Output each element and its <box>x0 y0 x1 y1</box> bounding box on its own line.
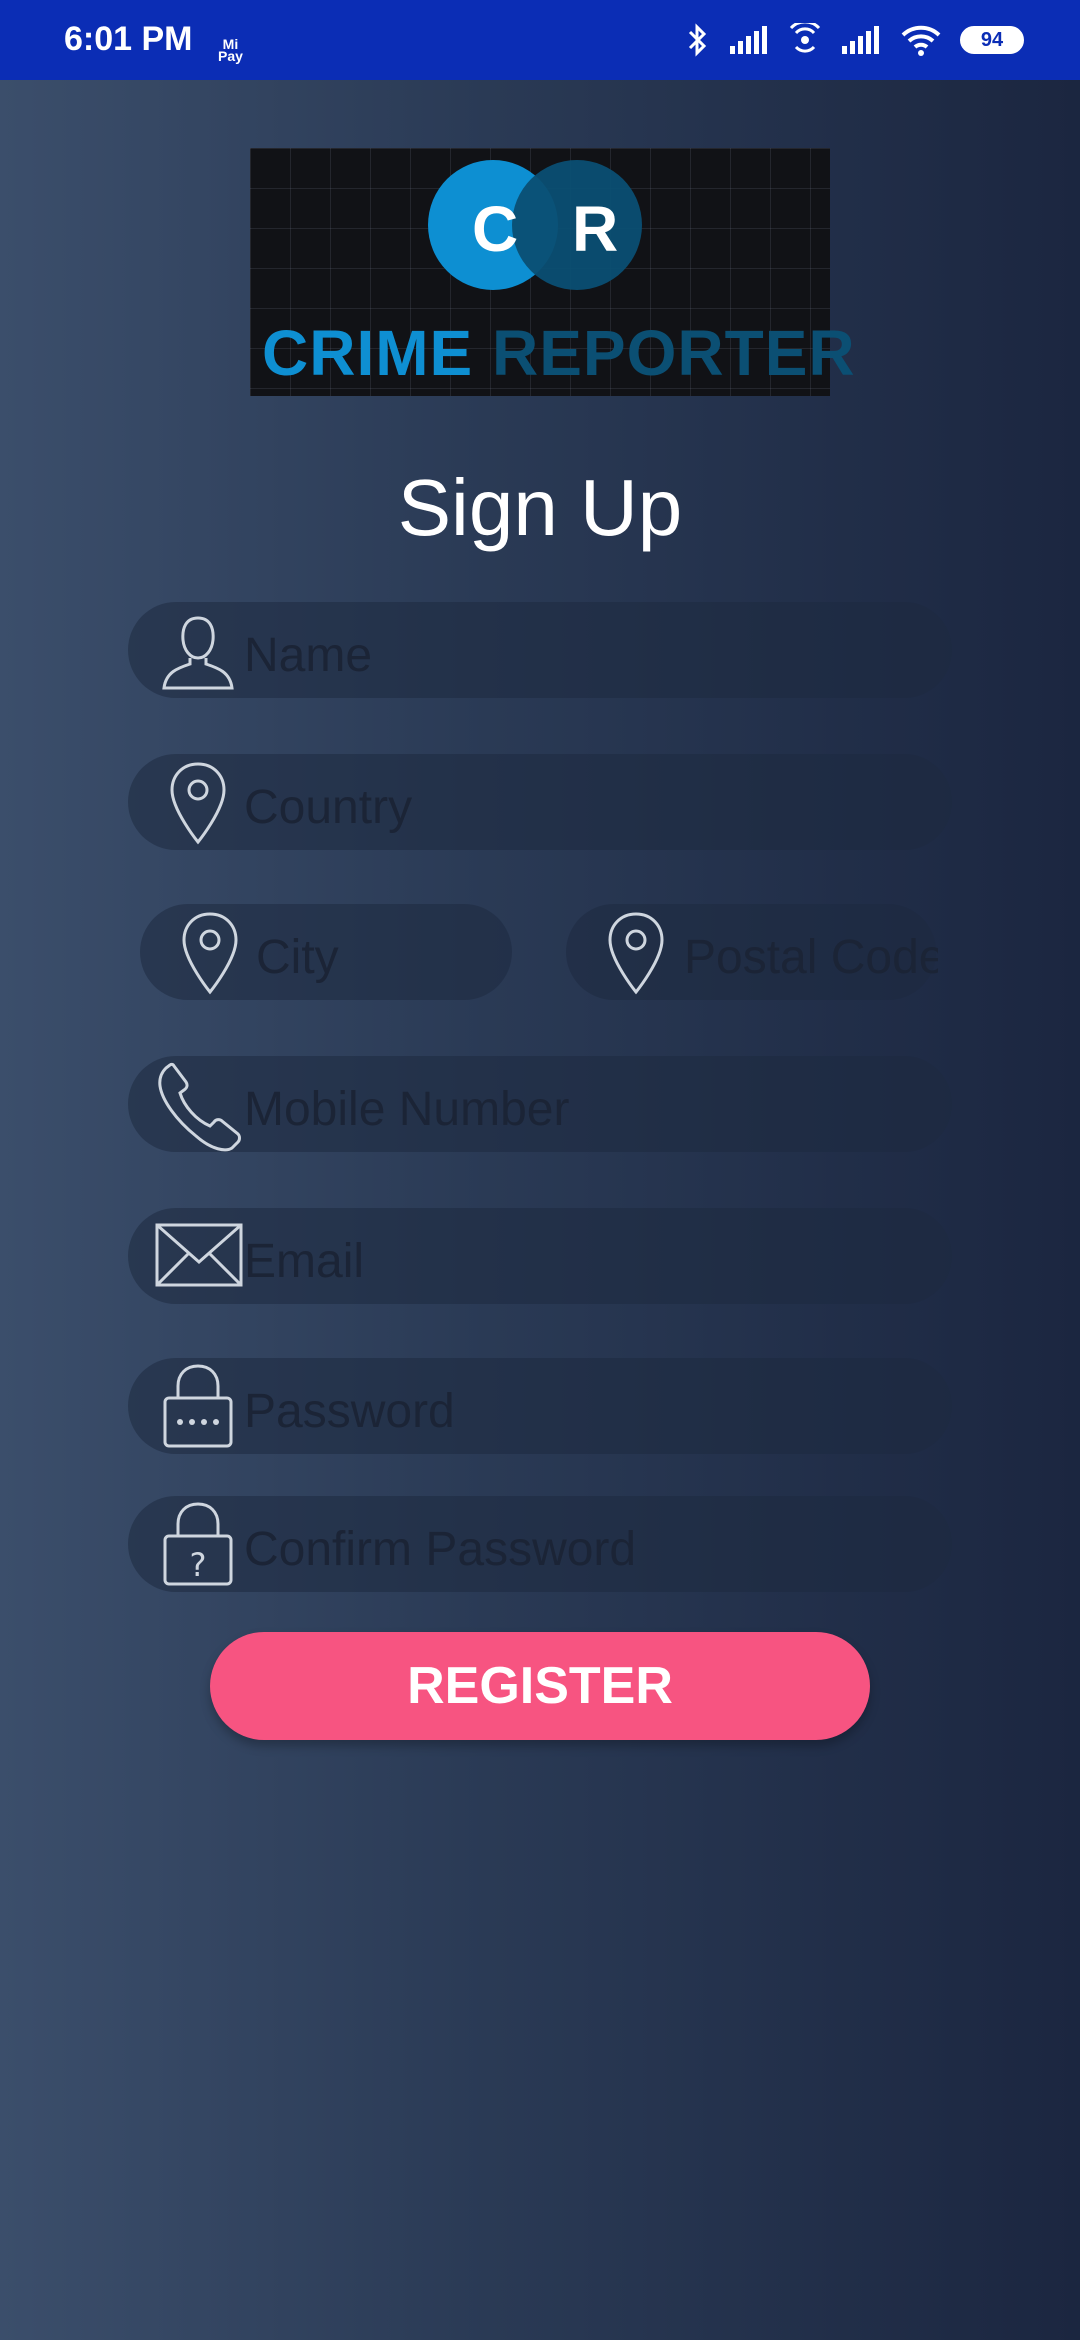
name-input[interactable]: Name <box>244 628 372 683</box>
city-input[interactable]: City <box>256 930 339 985</box>
logo-word-crime: CRIME <box>262 317 474 389</box>
location-pin-icon <box>608 912 664 995</box>
postal-code-field[interactable]: Postal Code <box>566 904 938 1000</box>
email-field[interactable]: Email <box>128 1208 952 1304</box>
lock-question-icon: ? <box>163 1502 233 1586</box>
location-pin-icon <box>182 912 238 995</box>
password-input[interactable]: Password <box>244 1384 455 1439</box>
wifi-icon <box>901 25 941 56</box>
country-field[interactable]: Country <box>128 754 952 850</box>
logo-letter-r: R <box>572 193 619 265</box>
person-icon <box>162 616 234 690</box>
mi-pay-icon: Mi Pay <box>218 36 243 64</box>
postal-code-input[interactable]: Postal Code <box>684 930 938 985</box>
logo-wordmark: CRIME REPORTER <box>262 316 856 390</box>
mobile-field[interactable]: Mobile Number <box>128 1056 952 1152</box>
location-pin-icon <box>170 762 226 845</box>
status-time: 6:01 PM <box>64 20 193 58</box>
register-button[interactable]: REGISTER <box>210 1632 870 1740</box>
email-input[interactable]: Email <box>244 1234 364 1289</box>
country-input[interactable]: Country <box>244 780 412 835</box>
password-field[interactable]: Password <box>128 1358 952 1454</box>
svg-text:?: ? <box>190 1546 207 1584</box>
app-logo: C R CRIME REPORTER <box>250 148 855 396</box>
signal-icon-2 <box>842 26 879 54</box>
bluetooth-icon <box>688 23 707 57</box>
logo-letter-c: C <box>472 193 519 265</box>
name-field[interactable]: Name <box>128 602 952 698</box>
mobile-number-input[interactable]: Mobile Number <box>244 1082 569 1137</box>
signal-icon <box>730 26 767 54</box>
confirm-password-field[interactable]: ? Confirm Password <box>128 1496 952 1592</box>
envelope-icon <box>155 1223 243 1287</box>
page-title: Sign Up <box>397 463 683 552</box>
status-icons: 94 <box>686 20 1024 60</box>
status-bar: 6:01 PM Mi Pay 94 <box>0 0 1080 80</box>
phone-icon <box>158 1062 241 1152</box>
confirm-password-input[interactable]: Confirm Password <box>244 1522 636 1577</box>
city-field[interactable]: City <box>140 904 512 1000</box>
battery-icon: 94 <box>960 26 1024 54</box>
lock-icon <box>163 1364 233 1448</box>
hotspot-icon <box>789 23 821 53</box>
logo-word-reporter: REPORTER <box>492 317 856 389</box>
